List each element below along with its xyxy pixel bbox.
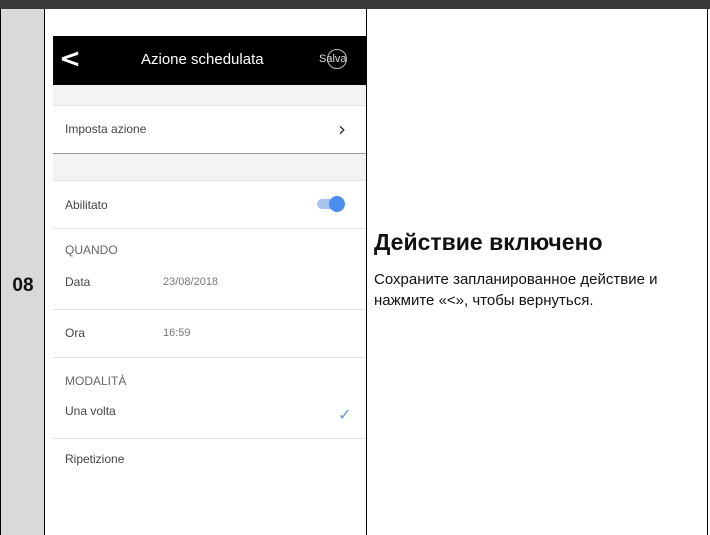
chevron-left-icon: <: [59, 44, 81, 74]
description-body: Сохраните запланированное действие и наж…: [374, 271, 658, 309]
phone-screen: < Azione schedulata Salva Imposta azione…: [53, 36, 366, 535]
back-button[interactable]: <: [59, 46, 81, 72]
when-section-label: QUANDO: [65, 243, 118, 257]
enabled-toggle[interactable]: [315, 196, 347, 212]
time-row[interactable]: Ora 16:59: [53, 310, 366, 357]
enabled-label: Abilitato: [65, 198, 108, 212]
document-top-bar: [0, 0, 710, 9]
phone-screenshot-column: < Azione schedulata Salva Imposta azione…: [45, 9, 367, 535]
step-number-column: 08: [1, 9, 45, 535]
date-row[interactable]: Data 23/08/2018: [53, 263, 366, 309]
spacer-band: [53, 85, 366, 105]
checkmark-icon: ✓: [338, 405, 352, 424]
date-value: 23/08/2018: [163, 276, 219, 288]
toggle-knob: [329, 196, 345, 212]
mode-section-label: MODALITÀ: [65, 374, 127, 388]
chevron-right-icon: ›: [338, 117, 346, 141]
screen-title: Azione schedulata: [141, 51, 264, 68]
time-value: 16:59: [163, 327, 191, 339]
mode-option-label: Una volta: [65, 404, 116, 418]
app-header: < Azione schedulata Salva: [53, 36, 366, 85]
date-label: Data: [65, 275, 91, 289]
spacer-band: [53, 154, 366, 180]
mode-option-label: Ripetizione: [65, 452, 125, 466]
save-button-label: Salva: [319, 53, 347, 65]
enabled-row: Abilitato: [53, 181, 366, 228]
mode-section-header: MODALITÀ: [53, 358, 366, 392]
save-button[interactable]: Salva: [316, 49, 360, 73]
mode-option-repeat[interactable]: Ripetizione: [53, 439, 366, 485]
set-action-label: Imposta azione: [65, 122, 147, 136]
description-column: Действие включено Сохраните запланирован…: [367, 9, 707, 535]
step-number: 08: [12, 275, 34, 296]
time-label: Ora: [65, 326, 86, 340]
when-section-header: QUANDO: [53, 229, 366, 263]
mode-option-once[interactable]: Una volta ✓: [53, 392, 366, 438]
description-title: Действие включено: [374, 229, 603, 255]
set-action-row[interactable]: Imposta azione ›: [53, 106, 366, 153]
